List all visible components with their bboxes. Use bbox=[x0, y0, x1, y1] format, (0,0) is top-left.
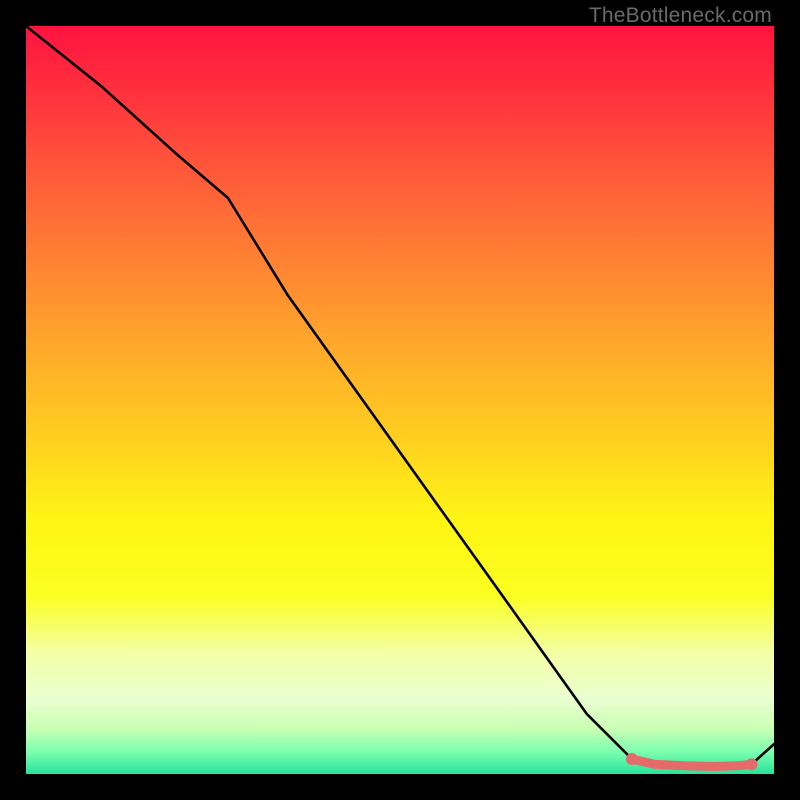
trough-start-marker bbox=[626, 753, 638, 765]
optimal-range-highlight bbox=[632, 759, 752, 767]
chart-overlay bbox=[26, 26, 774, 774]
watermark-text: TheBottleneck.com bbox=[589, 4, 772, 28]
chart-frame: TheBottleneck.com bbox=[0, 0, 800, 800]
trough-end-marker bbox=[746, 758, 758, 770]
bottleneck-curve bbox=[26, 26, 774, 767]
